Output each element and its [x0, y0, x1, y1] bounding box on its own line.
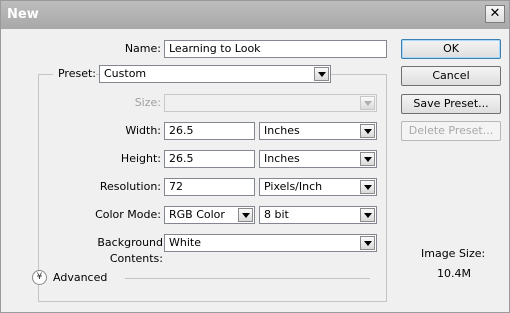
bit-depth-value: 8 bit	[264, 208, 289, 221]
advanced-toggle-icon[interactable]: ¥	[32, 270, 47, 285]
color-mode-label: Color Mode:	[95, 208, 161, 221]
chevron-down-icon[interactable]	[360, 236, 375, 250]
image-size-label: Image Size:	[421, 247, 486, 260]
ok-button[interactable]: OK	[401, 39, 501, 59]
preset-select[interactable]: Custom	[99, 65, 331, 83]
resolution-unit-select[interactable]: Pixels/Inch	[259, 178, 377, 196]
chevron-down-icon[interactable]	[314, 67, 329, 81]
height-label: Height:	[120, 152, 161, 165]
width-unit-value: Inches	[264, 124, 300, 137]
color-mode-value: RGB Color	[169, 208, 225, 221]
preset-label: Preset:	[53, 66, 96, 82]
cancel-button[interactable]: Cancel	[401, 66, 501, 86]
size-label: Size:	[134, 96, 161, 109]
bit-depth-select[interactable]: 8 bit	[259, 206, 377, 224]
width-label: Width:	[125, 124, 161, 137]
width-input[interactable]: 26.5	[164, 122, 255, 140]
background-contents-value: White	[169, 236, 201, 249]
chevron-down-icon[interactable]	[360, 208, 375, 222]
image-size-value: 10.4M	[437, 267, 471, 280]
size-select	[164, 94, 377, 112]
advanced-label: Advanced	[53, 271, 108, 284]
title-bar[interactable]: New ✕	[1, 1, 509, 29]
resolution-label: Resolution:	[99, 180, 161, 193]
new-document-dialog: New ✕ Name: Learning to Look Preset: Cus…	[0, 0, 510, 313]
chevron-down-icon[interactable]	[360, 124, 375, 138]
delete-preset-button: Delete Preset...	[401, 121, 501, 141]
width-unit-select[interactable]: Inches	[259, 122, 377, 140]
color-mode-select[interactable]: RGB Color	[164, 206, 255, 224]
background-contents-select[interactable]: White	[164, 234, 377, 252]
name-input[interactable]: Learning to Look	[164, 40, 387, 58]
background-contents-label: Background Contents:	[97, 236, 163, 265]
resolution-input[interactable]: 72	[164, 178, 255, 196]
advanced-divider	[125, 278, 370, 279]
save-preset-button[interactable]: Save Preset...	[401, 94, 501, 114]
name-label: Name:	[124, 42, 161, 55]
preset-value: Custom	[104, 67, 147, 80]
height-unit-value: Inches	[264, 152, 300, 165]
chevron-down-icon[interactable]	[238, 208, 253, 222]
resolution-unit-value: Pixels/Inch	[264, 180, 323, 193]
window-title: New	[7, 7, 39, 22]
height-input[interactable]: 26.5	[164, 150, 255, 168]
chevron-down-icon[interactable]	[360, 152, 375, 166]
chevron-down-icon	[360, 96, 375, 110]
height-unit-select[interactable]: Inches	[259, 150, 377, 168]
chevron-down-icon[interactable]	[360, 180, 375, 194]
close-button[interactable]: ✕	[485, 5, 505, 23]
